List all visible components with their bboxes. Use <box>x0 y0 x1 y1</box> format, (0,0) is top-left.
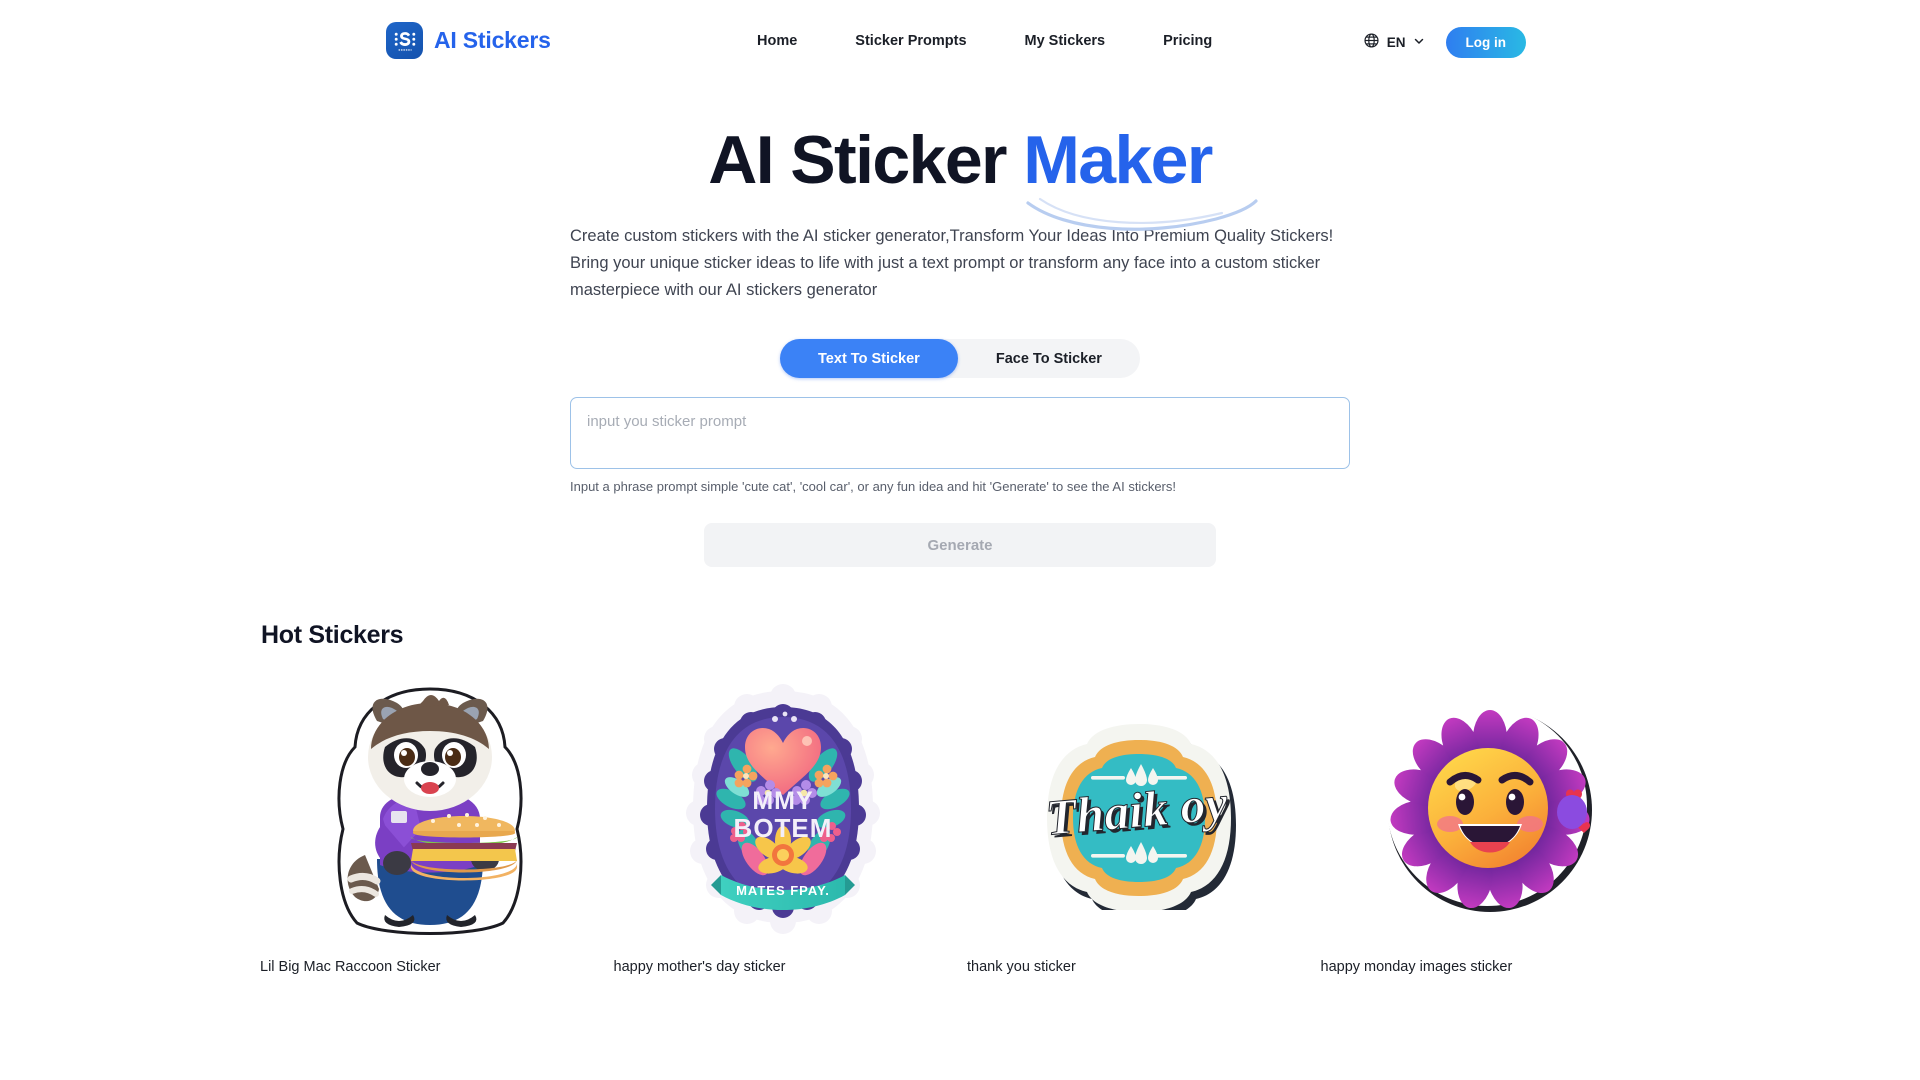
sticker-card-label: Lil Big Mac Raccoon Sticker <box>260 959 441 976</box>
tab-face-to-sticker[interactable]: Face To Sticker <box>958 339 1140 378</box>
mothers-day-heart-sticker[interactable]: MMY BOTEM MATES FPAY. <box>614 674 954 946</box>
sticker-card[interactable]: MMY BOTEM MATES FPAY. happy mother's day… <box>614 674 954 977</box>
page-title: AI Sticker Maker <box>708 122 1258 231</box>
hot-stickers-title: Hot Stickers <box>261 621 404 650</box>
language-code: EN <box>1386 35 1406 50</box>
nav-item-pricing[interactable]: Pricing <box>1163 33 1212 49</box>
sticker-card-label: happy monday images sticker <box>1320 959 1513 976</box>
svg-text:BOTEM: BOTEM <box>734 813 833 843</box>
generate-button-wrapper: Generate <box>0 523 1920 568</box>
hero-section: AI Sticker Maker Create custom stickers … <box>0 124 1920 303</box>
hero-description: Create custom stickers with the AI stick… <box>570 227 1334 299</box>
mode-tabs: Text To Sticker Face To Sticker <box>780 339 1140 379</box>
brand-name: AI Stickers <box>434 27 551 53</box>
generator-section: Text To Sticker Face To Sticker Input a … <box>0 339 1920 568</box>
sticker-card[interactable]: happy monday images sticker <box>1321 674 1661 977</box>
sticker-card[interactable]: Thaik oy Thaik oy thank you sticker <box>967 674 1307 977</box>
smiling-sun-flower-sticker[interactable] <box>1321 674 1661 946</box>
thank-you-badge-sticker[interactable]: Thaik oy Thaik oy <box>967 674 1307 946</box>
header-actions: EN Log in <box>1363 27 1526 58</box>
svg-text:MATES FPAY.: MATES FPAY. <box>736 883 830 898</box>
language-selector[interactable]: EN <box>1363 32 1425 54</box>
svg-text:MMY: MMY <box>753 787 814 815</box>
generate-button[interactable]: Generate <box>704 523 1216 568</box>
raccoon-burger-sticker[interactable] <box>260 674 600 946</box>
sticker-prompt-input[interactable] <box>570 397 1350 470</box>
sticker-s-logo-icon <box>386 22 423 59</box>
sticker-card-label: thank you sticker <box>967 959 1076 976</box>
hot-stickers-section: Hot Stickers Lil Big Mac Raccoon Sticker… <box>260 621 1660 977</box>
login-button[interactable]: Log in <box>1445 27 1526 58</box>
sticker-card-label: happy mother's day sticker <box>613 959 786 976</box>
hot-stickers-grid: Lil Big Mac Raccoon Sticker MMY BOTEM MA… <box>260 674 1660 977</box>
chevron-down-icon <box>1413 34 1425 52</box>
nav-item-home[interactable]: Home <box>757 33 797 49</box>
mode-tabs-wrapper: Text To Sticker Face To Sticker <box>0 339 1920 379</box>
brand-logo[interactable]: AI Stickers <box>386 22 551 59</box>
hero-title-plain: AI Sticker <box>708 122 1024 198</box>
globe-icon <box>1363 32 1380 54</box>
tab-text-to-sticker[interactable]: Text To Sticker <box>780 339 958 379</box>
main-nav: Home Sticker Prompts My Stickers Pricing <box>757 33 1212 49</box>
nav-item-sticker-prompts[interactable]: Sticker Prompts <box>855 33 966 49</box>
prompt-area: Input a phrase prompt simple 'cute cat',… <box>570 397 1350 496</box>
nav-item-my-stickers[interactable]: My Stickers <box>1025 33 1106 49</box>
prompt-hint-text: Input a phrase prompt simple 'cute cat',… <box>570 479 1176 495</box>
sticker-card[interactable]: Lil Big Mac Raccoon Sticker <box>260 674 600 977</box>
site-header: AI Stickers Home Sticker Prompts My Stic… <box>0 0 1920 86</box>
hero-title-accent: Maker <box>1023 122 1213 198</box>
